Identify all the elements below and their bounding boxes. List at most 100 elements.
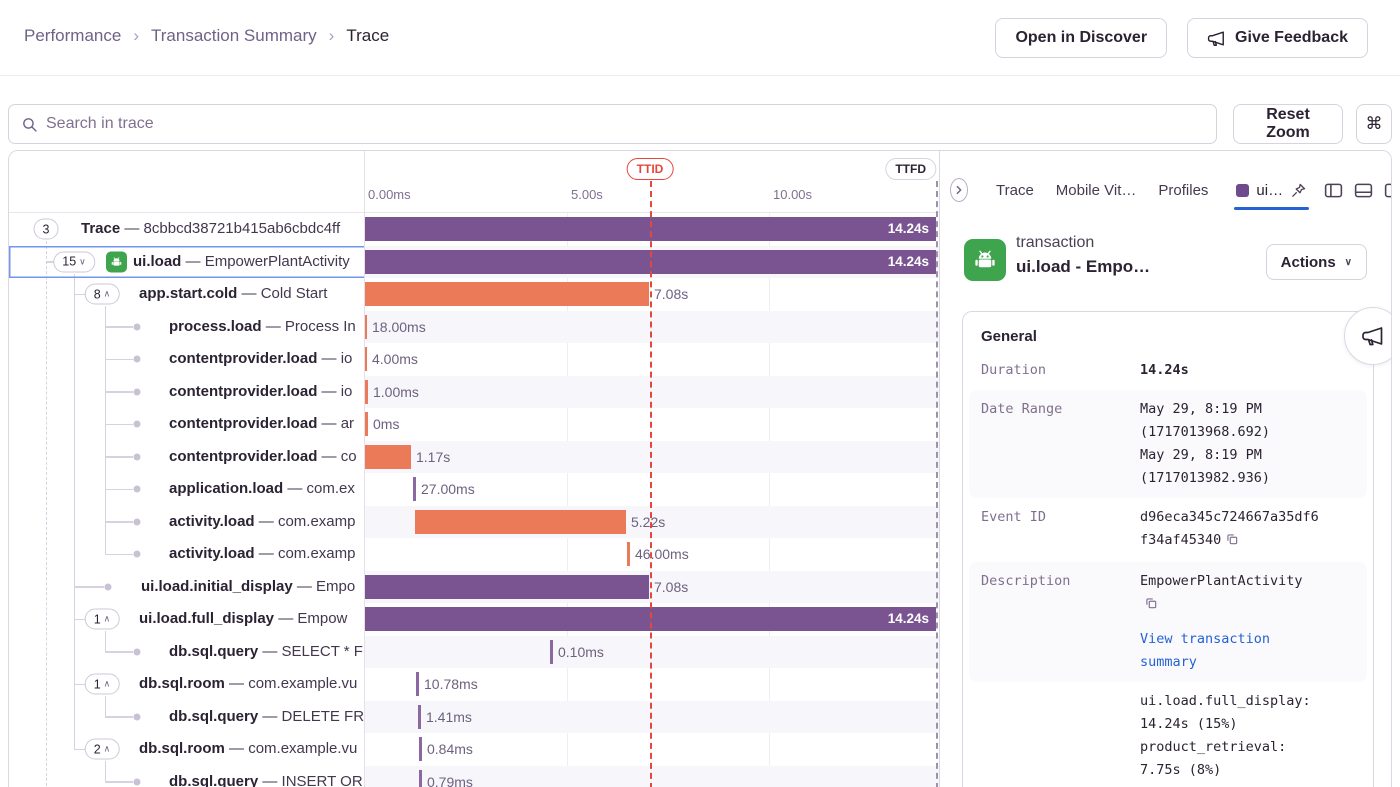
trace-row[interactable]: ui.load.initial_display — Empo7.08s: [9, 571, 939, 604]
field-value: EmpowerPlantActivity View transaction sum…: [1140, 570, 1319, 674]
trace-view: 3Trace — 8cbbcd38721b415ab6cbdc4ff14.24s…: [8, 150, 1392, 787]
span-bar[interactable]: [364, 445, 411, 469]
trace-row[interactable]: db.sql.query — INSERT OR0.79ms: [9, 766, 939, 787]
trace-row[interactable]: contentprovider.load — io4.00ms: [9, 343, 939, 376]
value-text: product_retrieval: 7.75s (8%): [1140, 739, 1286, 778]
span-title: db.sql.room — com.example.vu: [139, 733, 357, 766]
value-text: May 29, 8:19 PM: [1140, 447, 1262, 463]
span-bar[interactable]: [418, 705, 421, 729]
timeline-header: 0.00ms5.00s10.00sTTIDTTFD: [9, 151, 939, 213]
trace-row[interactable]: activity.load — com.examp46.00ms: [9, 538, 939, 571]
open-in-discover-button[interactable]: Open in Discover: [995, 18, 1167, 58]
trace-row[interactable]: 1∧ui.load.full_display — Empow14.24s: [9, 603, 939, 636]
give-feedback-label: Give Feedback: [1235, 29, 1348, 47]
trace-row[interactable]: process.load — Process In18.00ms: [9, 311, 939, 344]
span-bar[interactable]: [627, 542, 630, 566]
trace-row[interactable]: 15∨ui.load — EmpowerPlantActivity14.24s: [9, 246, 939, 279]
field-key-label: Event ID: [981, 506, 1046, 529]
collapse-drawer-button[interactable]: [950, 178, 968, 202]
tab-mobile-vit-[interactable]: Mobile Vit…: [1056, 182, 1137, 199]
transaction-header: transaction ui.load - Empo… Actions ∨: [964, 237, 1371, 289]
span-tree-cell: contentprovider.load — io: [9, 376, 364, 409]
span-children-count-pill[interactable]: 1∧: [85, 609, 120, 630]
breadcrumb-transaction-summary[interactable]: Transaction Summary: [151, 26, 317, 46]
value-text: 14.24s: [1140, 362, 1189, 378]
tab-trace[interactable]: Trace: [996, 182, 1034, 199]
span-bar[interactable]: [419, 737, 422, 761]
reset-zoom-button[interactable]: Reset Zoom: [1233, 104, 1343, 144]
shortcut-button[interactable]: ⌘: [1356, 104, 1392, 144]
span-bar[interactable]: [550, 640, 553, 664]
dock-left-icon[interactable]: [1323, 180, 1344, 201]
span-tree-cell: application.load — com.ex: [9, 473, 364, 506]
actions-button[interactable]: Actions ∨: [1266, 244, 1367, 280]
field-value-text: ui.load.initial_display: 7.08s (7%): [1140, 782, 1319, 787]
trace-row[interactable]: 3Trace — 8cbbcd38721b415ab6cbdc4ff14.24s: [9, 213, 939, 246]
span-op: ui.load.initial_display: [141, 578, 293, 595]
value-text: EmpowerPlantActivity: [1140, 573, 1303, 589]
span-children-count-pill[interactable]: 2∧: [85, 739, 120, 760]
ttfd-badge: TTFD: [885, 158, 936, 180]
span-op: Trace: [81, 220, 120, 237]
span-duration-label: 4.00ms: [372, 343, 418, 376]
pin-icon[interactable]: [1290, 182, 1307, 199]
trace-waterfall: 3Trace — 8cbbcd38721b415ab6cbdc4ff14.24s…: [9, 151, 939, 787]
span-bar[interactable]: [365, 412, 368, 436]
search-box[interactable]: [8, 104, 1217, 144]
span-children-count-pill[interactable]: 15∨: [53, 251, 95, 272]
pane-divider[interactable]: [364, 151, 365, 787]
transaction-type-label: transaction: [1016, 234, 1150, 252]
span-bar[interactable]: [413, 477, 416, 501]
span-description: SELECT * F: [282, 643, 363, 660]
trace-row[interactable]: 1∧db.sql.room — com.example.vu10.78ms: [9, 668, 939, 701]
pill-count: 1: [94, 677, 101, 691]
trace-row[interactable]: db.sql.query — SELECT * F0.10ms: [9, 636, 939, 669]
span-description: com.examp: [278, 545, 356, 562]
dock-right-icon[interactable]: [1383, 180, 1392, 201]
span-children-count-pill[interactable]: 1∧: [85, 674, 120, 695]
megaphone-icon: [1207, 29, 1226, 48]
span-separator: —: [317, 383, 340, 400]
span-op: contentprovider.load: [169, 448, 317, 465]
dock-bottom-icon[interactable]: [1353, 180, 1374, 201]
give-feedback-button[interactable]: Give Feedback: [1187, 18, 1368, 58]
trace-row[interactable]: 2∧db.sql.room — com.example.vu0.84ms: [9, 733, 939, 766]
trace-row[interactable]: application.load — com.ex27.00ms: [9, 473, 939, 506]
span-bar[interactable]: [416, 672, 419, 696]
tab-ui-load[interactable]: ui…: [1236, 173, 1307, 207]
span-children-count-pill[interactable]: 8∧: [85, 284, 120, 305]
span-bar[interactable]: [364, 282, 649, 306]
span-op: db.sql.query: [169, 773, 258, 787]
span-description: com.examp: [278, 513, 356, 530]
span-bar[interactable]: [364, 575, 649, 599]
span-op: contentprovider.load: [169, 383, 317, 400]
search-input[interactable]: [46, 115, 1204, 133]
trace-row[interactable]: contentprovider.load — ar0ms: [9, 408, 939, 441]
span-tree-cell: activity.load — com.examp: [9, 538, 364, 571]
axis-tick-label: 5.00s: [571, 187, 603, 202]
span-op: db.sql.query: [169, 708, 258, 725]
copy-icon[interactable]: [1144, 595, 1158, 618]
trace-row[interactable]: db.sql.query — DELETE FR1.41ms: [9, 701, 939, 734]
span-bar[interactable]: [419, 770, 422, 787]
span-description: Empo: [316, 578, 355, 595]
span-rows: 3Trace — 8cbbcd38721b415ab6cbdc4ff14.24s…: [9, 213, 939, 787]
breadcrumb-performance[interactable]: Performance: [24, 26, 121, 46]
tab-profiles[interactable]: Profiles: [1158, 182, 1208, 199]
trace-row[interactable]: contentprovider.load — co1.17s: [9, 441, 939, 474]
copy-icon[interactable]: [1225, 531, 1239, 554]
field-value: May 29, 8:19 PM(1717013968.692)May 29, 8…: [1140, 398, 1319, 490]
span-bar[interactable]: [365, 380, 368, 404]
trace-row[interactable]: contentprovider.load — io1.00ms: [9, 376, 939, 409]
span-children-count-pill[interactable]: 3: [34, 219, 59, 240]
span-tree-cell: db.sql.query — SELECT * F: [9, 636, 364, 669]
span-bar[interactable]: [415, 510, 626, 534]
view-transaction-summary-link[interactable]: View transaction summary: [1140, 628, 1319, 674]
value-text: (1717013968.692): [1140, 424, 1270, 440]
trace-row[interactable]: activity.load — com.examp5.22s: [9, 506, 939, 539]
span-title: contentprovider.load — co: [169, 441, 357, 474]
span-description: io: [341, 383, 353, 400]
trace-row[interactable]: 8∧app.start.cold — Cold Start7.08s: [9, 278, 939, 311]
span-op: application.load: [169, 480, 283, 497]
span-separator: —: [120, 220, 143, 237]
